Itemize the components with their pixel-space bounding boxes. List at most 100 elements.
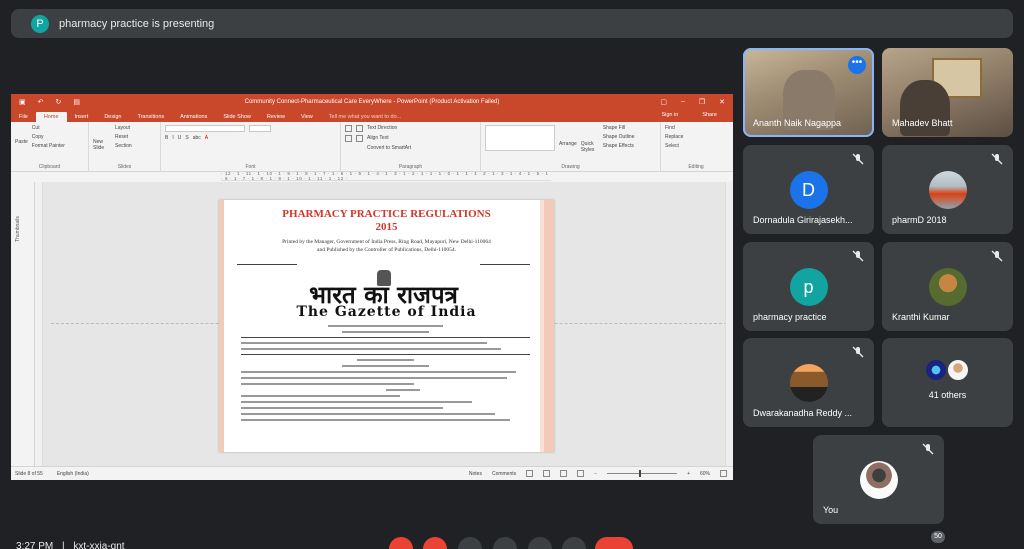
paste-button[interactable]: Paste xyxy=(15,139,28,149)
slides-group: New Slide Layout Reset Section Slides xyxy=(89,122,161,171)
bold-button[interactable]: B xyxy=(165,135,168,141)
participant-tile-dwarakanadha[interactable]: Dwarakanadha Reddy ... xyxy=(743,338,874,427)
vertical-scrollbar[interactable] xyxy=(725,182,733,466)
ppt-window-title: Community Connect-Pharmaceutical Care Ev… xyxy=(244,99,500,105)
format-painter-button[interactable]: Format Painter xyxy=(32,143,65,149)
zoom-out-icon[interactable]: − xyxy=(594,471,597,477)
tab-transitions[interactable]: Transitions xyxy=(129,114,172,122)
present-button[interactable] xyxy=(528,537,552,549)
maximize-icon[interactable]: ❐ xyxy=(699,98,705,106)
normal-view-icon[interactable] xyxy=(526,470,534,477)
slide-count: Slide 8 of 55 xyxy=(15,470,43,477)
mic-toggle-button[interactable] xyxy=(389,537,413,549)
italic-button[interactable]: I xyxy=(172,135,173,141)
tab-insert[interactable]: Insert xyxy=(67,114,97,122)
cut-button[interactable]: Cut xyxy=(32,125,65,131)
layout-button[interactable]: Layout xyxy=(115,125,132,131)
presenting-banner: P pharmacy practice is presenting xyxy=(11,9,1013,38)
participant-tile-pharmd[interactable]: pharmD 2018 xyxy=(882,145,1013,234)
numbering-icon[interactable] xyxy=(356,125,363,132)
section-button[interactable]: Section xyxy=(115,143,132,149)
comments-button[interactable]: Comments xyxy=(492,471,516,477)
select-button[interactable]: Select xyxy=(665,143,727,149)
smartart-button[interactable]: Convert to SmartArt xyxy=(367,145,411,151)
clock-time: 3:27 PM xyxy=(16,541,54,549)
tab-slide-show[interactable]: Slide Show xyxy=(215,114,259,122)
tab-review[interactable]: Review xyxy=(259,114,293,122)
mic-muted-icon xyxy=(991,250,1003,262)
reading-view-icon[interactable] xyxy=(560,470,568,477)
participant-tile-mahadev[interactable]: Mahadev Bhatt xyxy=(882,48,1013,137)
slide-sorter-icon[interactable] xyxy=(543,470,551,477)
leave-call-button[interactable] xyxy=(595,537,633,549)
current-slide[interactable]: PHARMACY PRACTICE REGULATIONS 2015 Print… xyxy=(219,200,554,452)
fit-slide-icon[interactable] xyxy=(720,470,727,477)
font-label: Font xyxy=(245,164,256,170)
shadow-button[interactable]: S xyxy=(185,135,188,141)
quick-styles-button[interactable]: Quick Styles xyxy=(581,141,599,153)
participant-name: pharmD 2018 xyxy=(892,215,947,225)
replace-button[interactable]: Replace xyxy=(665,134,727,140)
shape-fill-button[interactable]: Shape Fill xyxy=(603,125,635,131)
zoom-slider[interactable] xyxy=(607,470,678,477)
font-group: B I U Sabc A Font xyxy=(161,122,341,171)
align-left-icon[interactable] xyxy=(345,135,352,142)
camera-toggle-button[interactable] xyxy=(423,537,447,549)
font-size-box[interactable] xyxy=(249,125,271,132)
chat-icon[interactable] xyxy=(953,537,977,549)
align-center-icon[interactable] xyxy=(356,135,363,142)
activities-icon[interactable] xyxy=(985,537,1009,549)
shape-effects-button[interactable]: Shape Effects xyxy=(603,143,635,149)
editing-group: Find Replace Select Editing xyxy=(661,122,731,171)
align-text-button[interactable]: Align Text xyxy=(367,135,389,142)
strike-button[interactable]: abc xyxy=(193,135,201,141)
font-color-button[interactable]: A xyxy=(205,135,208,141)
notes-button[interactable]: Notes xyxy=(469,471,482,477)
minimize-icon[interactable]: – xyxy=(681,98,685,106)
participant-tile-kranthi[interactable]: Kranthi Kumar xyxy=(882,242,1013,331)
shapes-gallery[interactable] xyxy=(485,125,555,151)
tab-design[interactable]: Design xyxy=(96,114,129,122)
more-options-icon[interactable]: ••• xyxy=(848,56,866,74)
gazette-title: The Gazette of India xyxy=(296,304,477,320)
underline-button[interactable]: U xyxy=(178,135,182,141)
find-button[interactable]: Find xyxy=(665,125,727,131)
info-icon[interactable] xyxy=(890,537,914,549)
thumbnails-pane[interactable]: Thumbnails xyxy=(11,182,35,466)
participant-tile-you[interactable]: You xyxy=(813,435,944,524)
slides-label: Slides xyxy=(117,164,132,170)
presenter-avatar: P xyxy=(31,14,49,33)
slideshow-view-icon[interactable] xyxy=(577,470,585,477)
ribbon-display-icon[interactable]: ▢ xyxy=(660,98,667,106)
captions-button[interactable] xyxy=(458,537,482,549)
tell-me-box[interactable]: Tell me what you want to do... xyxy=(321,114,409,122)
participant-tile-ananth[interactable]: ••• Ananth Naik Nagappa xyxy=(743,48,874,137)
shape-outline-button[interactable]: Shape Outline xyxy=(603,134,635,140)
tab-animations[interactable]: Animations xyxy=(172,114,215,122)
hindi-gazette-title: भारत का राजपत्र xyxy=(309,280,458,309)
tab-home[interactable]: Home xyxy=(35,112,67,122)
avatar: p xyxy=(789,268,828,306)
tab-file[interactable]: File xyxy=(11,114,36,122)
reset-button[interactable]: Reset xyxy=(115,134,132,140)
participant-tile-pharmacy-practice[interactable]: p pharmacy practice xyxy=(743,242,874,331)
zoom-level[interactable]: 60% xyxy=(700,471,710,477)
text-direction-button[interactable]: Text Direction xyxy=(367,125,397,132)
share-button[interactable]: Share xyxy=(694,112,725,120)
new-slide-button[interactable]: New Slide xyxy=(93,139,111,151)
tab-view[interactable]: View xyxy=(293,114,321,122)
bullets-icon[interactable] xyxy=(345,125,352,132)
sign-in-link[interactable]: Sign in xyxy=(653,112,686,120)
zoom-in-icon[interactable]: + xyxy=(687,471,690,477)
close-icon[interactable]: ✕ xyxy=(719,98,725,106)
arrange-button[interactable]: Arrange xyxy=(559,141,577,153)
editing-label: Editing xyxy=(688,164,704,170)
font-name-box[interactable] xyxy=(165,125,245,132)
participant-tile-dornadula[interactable]: D Dornadula Girirajasekh... xyxy=(743,145,874,234)
language-indicator[interactable]: English (India) xyxy=(57,471,89,477)
copy-button[interactable]: Copy xyxy=(32,134,65,140)
participant-tile-others[interactable]: 41 others xyxy=(882,338,1013,427)
more-options-button[interactable] xyxy=(562,537,586,549)
participant-count-badge: 50 xyxy=(931,531,945,543)
raise-hand-button[interactable] xyxy=(493,537,517,549)
